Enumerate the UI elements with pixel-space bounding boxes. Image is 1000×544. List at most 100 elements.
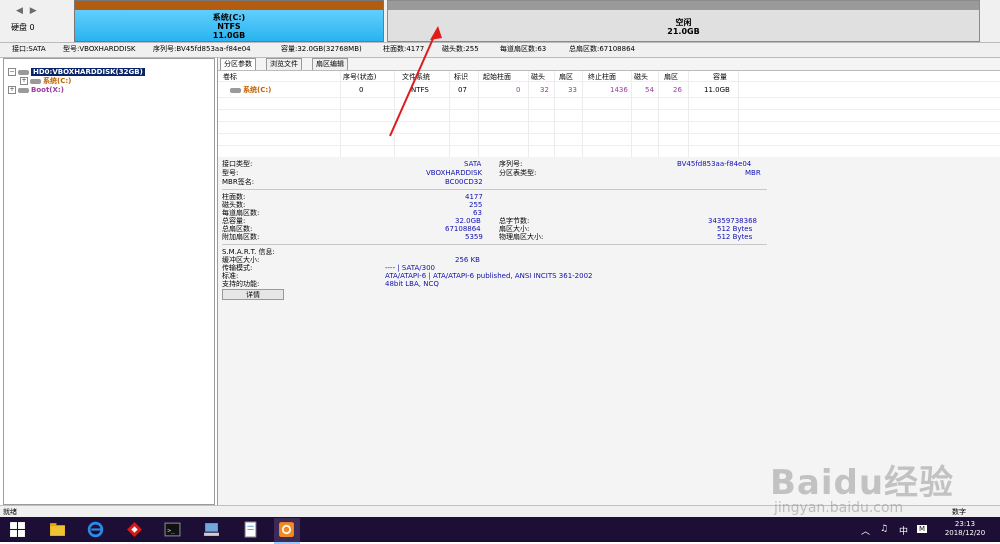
partition-c-fs: NTFS — [217, 22, 241, 31]
tree-boot-x-label: Boot(X:) — [31, 86, 64, 94]
value-total-bytes: 34359738368 — [708, 217, 757, 225]
diskgenius-icon — [279, 522, 294, 537]
ime-mode-icon[interactable]: M — [917, 525, 928, 533]
value-physical-sector: 512 Bytes — [717, 233, 753, 241]
label-serial: 序列号: — [499, 160, 523, 168]
value-total-sectors: 67108864 — [445, 225, 481, 233]
clock-time: 23:13 — [954, 520, 976, 528]
disk-label: 硬盘 0 — [11, 23, 35, 32]
label-model: 型号: — [222, 169, 239, 177]
col-volume[interactable]: 卷标 — [223, 73, 237, 82]
cell-end-sector: 26 — [673, 86, 682, 94]
cell-end-cyl: 1436 — [610, 86, 628, 94]
info-serial: 序列号:BV45fd853aa-f84e04 — [153, 45, 251, 53]
watermark-brand: Baidu经验 — [770, 463, 955, 503]
chevron-up-icon[interactable]: ︿ — [861, 524, 870, 537]
label-spt: 每道扇区数: — [222, 209, 260, 217]
partition-c-block[interactable]: 系统(C:) NTFS 11.0GB — [74, 0, 384, 42]
col-index[interactable]: 序号(状态) — [343, 73, 376, 82]
value-sector-size: 512 Bytes — [717, 225, 753, 233]
internet-explorer-icon[interactable] — [87, 521, 104, 538]
partition-icon — [230, 87, 241, 93]
col-id[interactable]: 标识 — [454, 73, 468, 82]
value-extra-sectors: 5359 — [465, 233, 483, 241]
table-row[interactable]: 系统(C:) — [230, 86, 271, 95]
label-sector-size: 扇区大小: — [499, 225, 530, 233]
terminal-icon[interactable]: >_ — [164, 521, 181, 538]
collapse-icon[interactable]: − — [8, 68, 16, 76]
value-model: VBOXHARDDISK — [426, 169, 483, 177]
expand-icon[interactable]: + — [20, 77, 28, 85]
tab-sector-edit[interactable]: 扇区编辑 — [312, 58, 348, 70]
value-cylinders: 4177 — [465, 193, 483, 201]
network-icon[interactable] — [203, 521, 220, 538]
tab-browse-files[interactable]: 浏览文件 — [266, 58, 302, 70]
info-spt: 每道扇区数:63 — [500, 45, 547, 53]
value-standard: ATA/ATAPI-6 | ATA/ATAPI-6 published, ANS… — [385, 272, 593, 280]
tree-item-system-c[interactable]: + 系统(C:) — [20, 77, 71, 86]
label-mbr: MBR签名: — [222, 178, 255, 186]
disk-nav-arrows[interactable]: ◀ ▶ — [16, 6, 39, 16]
partition-icon — [18, 87, 29, 93]
volume-icon[interactable]: ♫ — [880, 524, 888, 534]
label-extra-sectors: 附加扇区数: — [222, 233, 260, 241]
diskgenius-task[interactable] — [274, 518, 300, 544]
value-ptype: MBR — [745, 169, 761, 177]
windows-start-icon[interactable] — [9, 521, 26, 538]
partition-free-block[interactable]: 空闲 21.0GB — [387, 0, 980, 42]
tree-item-boot-x[interactable]: + Boot(X:) — [8, 86, 64, 95]
col-end-sector[interactable]: 扇区 — [664, 73, 678, 82]
partition-c-name: 系统(C:) — [212, 13, 246, 22]
cell-start-head: 32 — [540, 86, 549, 94]
label-cylinders: 柱面数: — [222, 193, 246, 201]
partition-icon — [30, 78, 41, 84]
input-method-label[interactable]: 中 — [899, 524, 908, 537]
annotation-arrow — [389, 26, 442, 137]
clock-date: 2018/12/20 — [944, 529, 986, 537]
right-panel: 分区参数 浏览文件 扇区编辑 卷标 序号(状态) 文件系统 标识 起始柱面 磁头… — [217, 58, 1000, 505]
file-explorer-icon[interactable] — [49, 521, 66, 538]
value-features: 48bit LBA, NCQ — [385, 280, 439, 288]
label-transfer-mode: 传输模式: — [222, 264, 253, 272]
cell-start-sector: 33 — [568, 86, 577, 94]
value-interface: SATA — [464, 160, 482, 168]
tree-item-disk[interactable]: − HD0:VBOXHARDDISK(32GB) — [8, 68, 145, 77]
col-end-cyl[interactable]: 终止柱面 — [588, 73, 616, 82]
tree-system-c-label: 系统(C:) — [43, 77, 72, 85]
divider — [222, 244, 767, 245]
label-standard: 标准: — [222, 272, 239, 280]
partition-c-band — [75, 1, 383, 10]
col-capacity[interactable]: 容量 — [713, 73, 727, 82]
svg-text:>_: >_ — [167, 527, 175, 535]
expand-icon[interactable]: + — [8, 86, 16, 94]
info-total-sectors: 总扇区数:67108864 — [569, 45, 635, 53]
details-button[interactable]: 详情 — [222, 289, 284, 300]
value-buffer: 256 KB — [455, 256, 480, 264]
partition-c-size: 11.0GB — [212, 31, 246, 40]
info-interface: 接口:SATA — [12, 45, 46, 53]
system-clock[interactable]: 23:13 2018/12/20 — [935, 520, 995, 538]
label-interface: 接口类型: — [222, 160, 253, 168]
info-capacity: 容量:32.0GB(32768MB) — [281, 45, 362, 53]
cell-start-cyl: 0 — [516, 86, 521, 94]
value-capacity: 32.0GB — [455, 217, 481, 225]
tree-disk-label: HD0:VBOXHARDDISK(32GB) — [31, 68, 145, 76]
col-start-cyl[interactable]: 起始柱面 — [483, 73, 511, 82]
cell-index: 0 — [359, 86, 364, 94]
col-head[interactable]: 磁头 — [531, 73, 545, 82]
watermark-url: jingyan.baidu.com — [774, 500, 904, 516]
label-ptype: 分区表类型: — [499, 169, 537, 177]
tab-partition-params[interactable]: 分区参数 — [220, 58, 256, 70]
col-end-head[interactable]: 磁头 — [634, 73, 648, 82]
label-heads: 磁头数: — [222, 201, 246, 209]
app-red-icon[interactable] — [126, 521, 143, 538]
cell-end-head: 54 — [645, 86, 654, 94]
divider — [222, 189, 767, 190]
col-sector[interactable]: 扇区 — [559, 73, 573, 82]
cell-id: 07 — [458, 86, 467, 94]
disk-map: ◀ ▶ 硬盘 0 系统(C:) NTFS 11.0GB 空闲 21.0GB — [0, 0, 1000, 42]
label-physical-sector: 物理扇区大小: — [499, 233, 544, 241]
label-buffer: 缓冲区大小: — [222, 256, 260, 264]
label-total-sectors: 总扇区数: — [222, 225, 253, 233]
notepad-icon[interactable] — [242, 521, 259, 538]
